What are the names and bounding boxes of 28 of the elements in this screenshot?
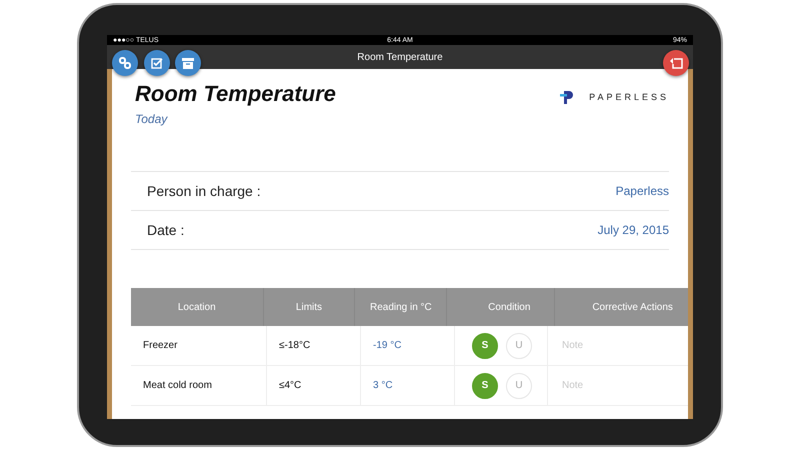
field-value: Paperless <box>616 184 669 198</box>
condition-toggle[interactable]: S <box>472 332 498 358</box>
page-subtitle: Today <box>135 112 169 126</box>
logo-icon <box>559 89 576 105</box>
link-icon <box>119 57 131 69</box>
table-cell: Freezer <box>131 326 267 365</box>
column-header: Condition <box>447 288 556 326</box>
logo-text: PAPERLESS <box>589 92 669 102</box>
return-arrow-icon <box>670 57 682 69</box>
condition-toggle[interactable]: U <box>506 332 532 358</box>
column-header: Limits <box>264 288 356 326</box>
field-value: July 29, 2015 <box>598 223 669 237</box>
checkbox-icon <box>151 57 163 69</box>
table-cell: ≤4°C <box>267 366 361 405</box>
nav-title: Room Temperature <box>357 52 443 62</box>
condition-toggle[interactable]: U <box>506 372 532 398</box>
table-cell: Meat cold room <box>131 366 267 405</box>
column-header: Location <box>131 288 264 326</box>
column-header: Reading in °C <box>355 288 448 326</box>
reading-value: 3 °C <box>361 366 455 405</box>
condition-toggle[interactable]: S <box>472 372 498 398</box>
field-label: Person in charge : <box>147 183 261 199</box>
field-label: Date : <box>147 222 184 238</box>
page-title: Room Temperature <box>135 81 336 107</box>
archive-box-icon <box>182 58 194 68</box>
reading-value: -19 °C <box>361 326 455 365</box>
table-cell: ≤-18°C <box>267 326 361 365</box>
column-header: Corrective Actions <box>555 288 688 326</box>
